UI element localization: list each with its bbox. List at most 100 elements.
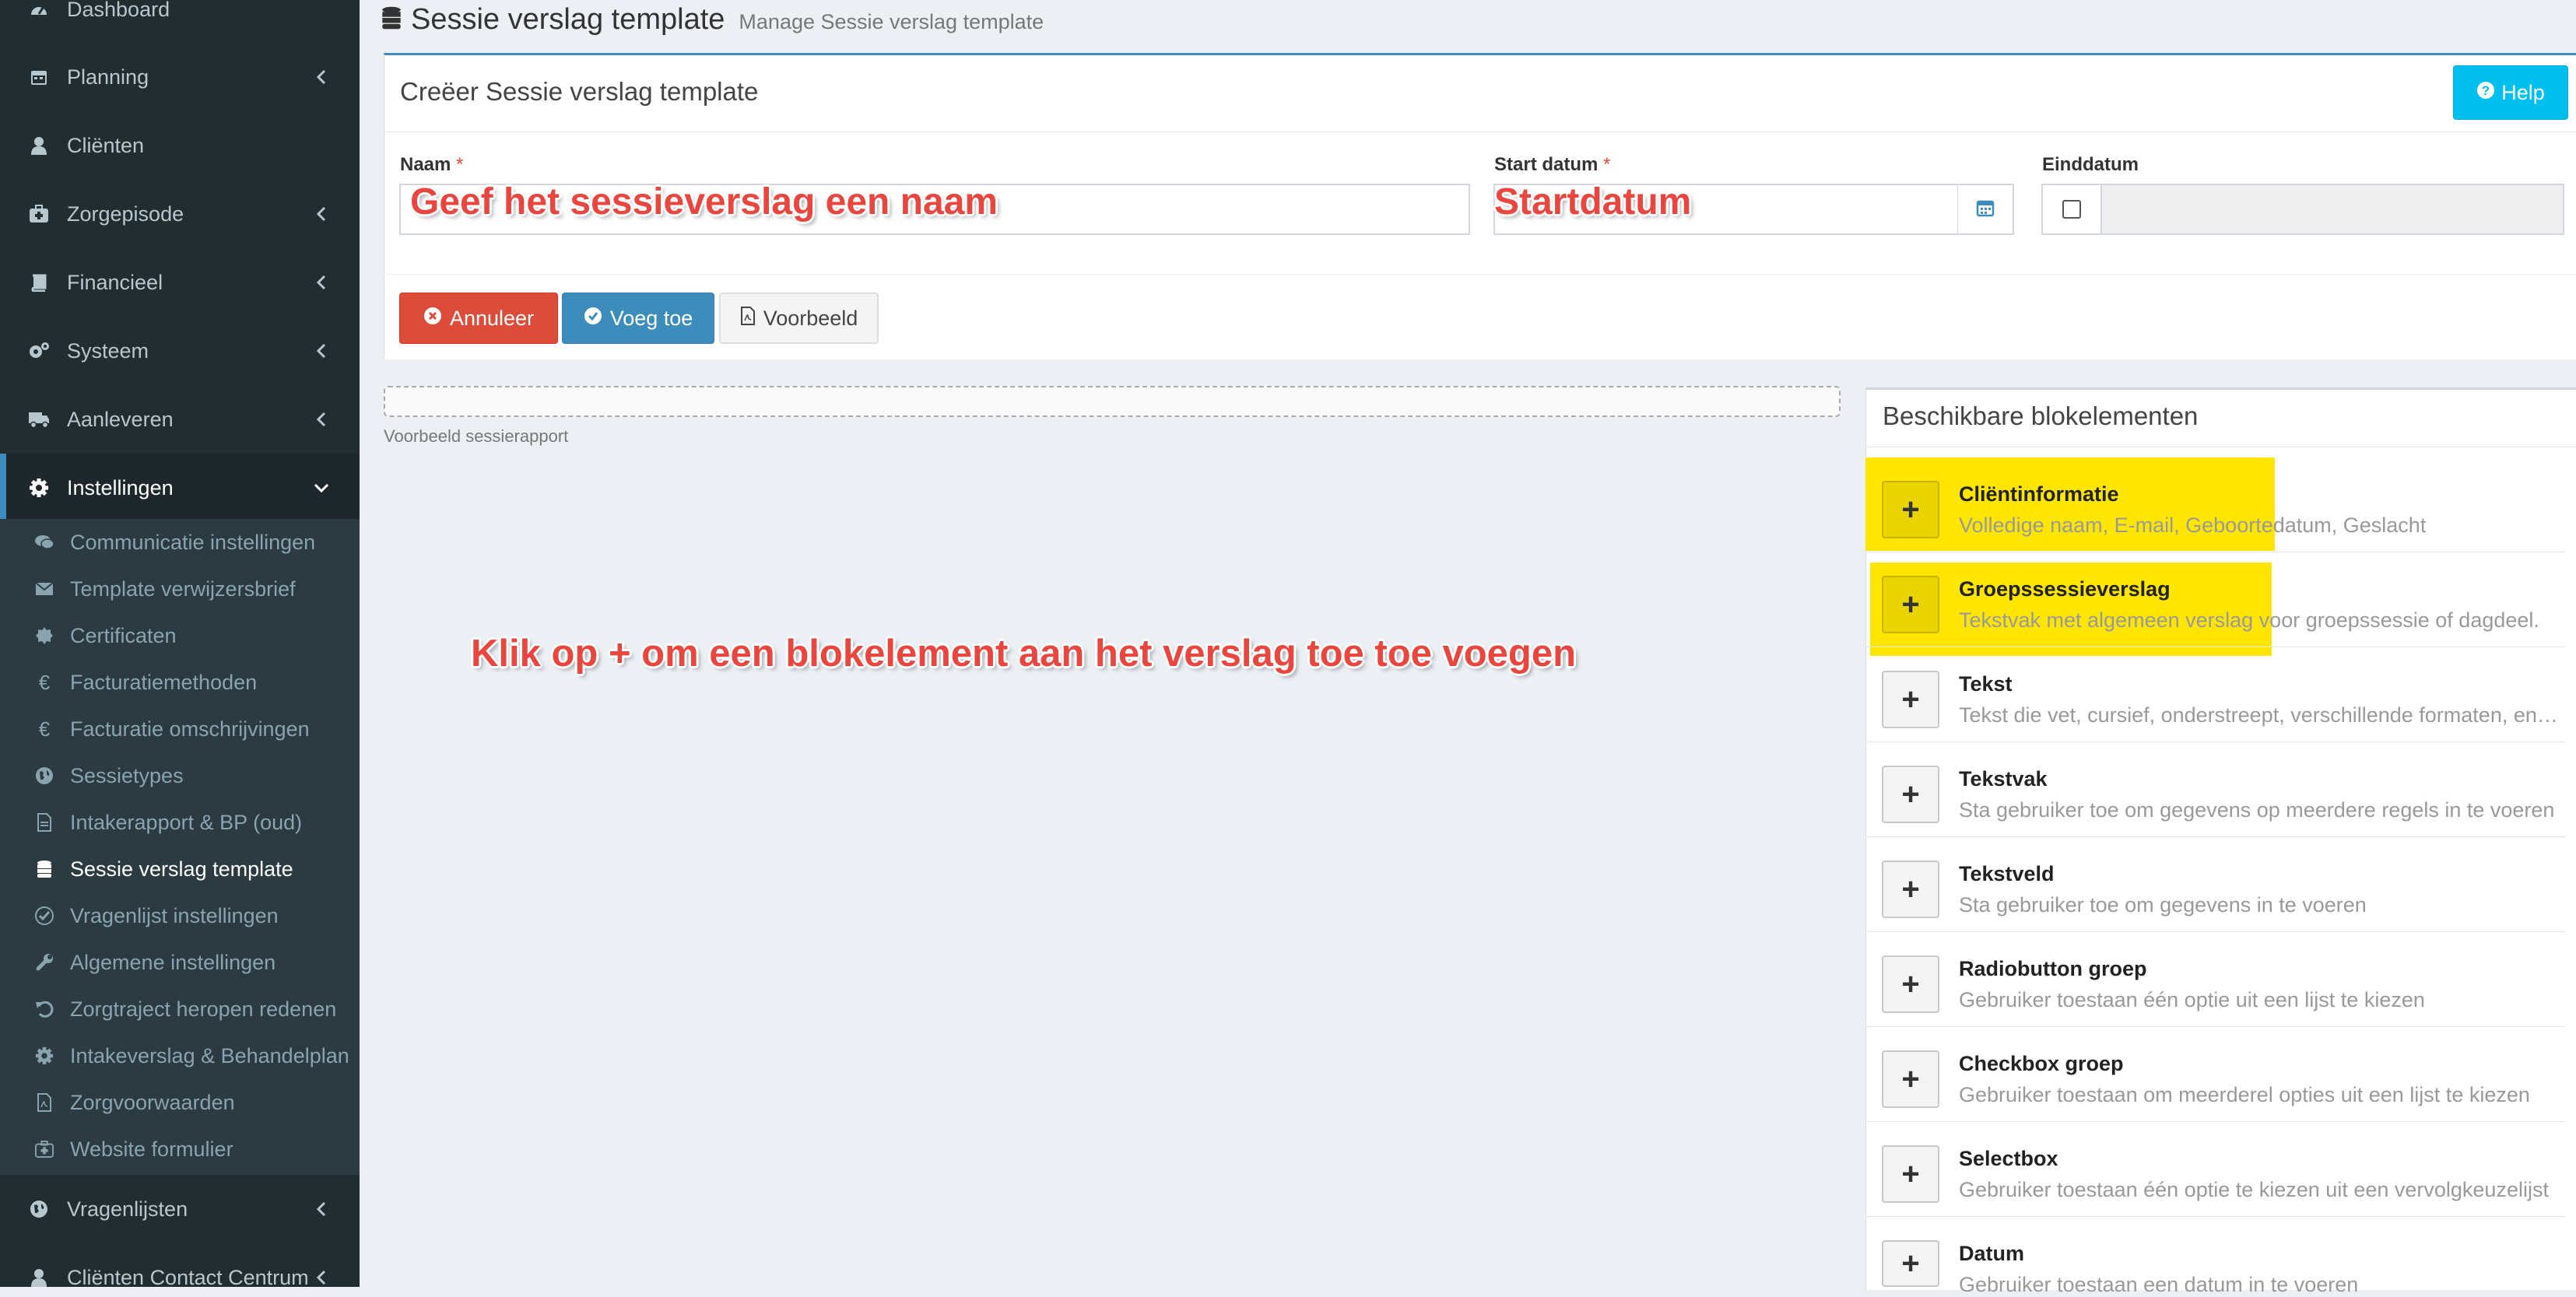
database-icon <box>381 5 402 34</box>
sidebar-item-label: Zorgepisode <box>67 202 184 226</box>
sidebar-item-systeem[interactable]: Systeem <box>0 317 360 385</box>
box-title: Creëer Sessie verslag template <box>400 77 759 106</box>
submenu-item-label: Certificaten <box>70 623 177 647</box>
submenu-item-vragenlijst-instellingen[interactable]: Vragenlijst instellingen <box>0 892 360 939</box>
sidebar-item-planning[interactable]: Planning <box>0 43 360 111</box>
gear-icon <box>28 477 50 499</box>
preview-caption: Voorbeeld sessierapport <box>384 426 569 446</box>
euro-icon: € <box>38 717 51 741</box>
box-header-divider <box>384 131 2576 132</box>
chevron-left-icon <box>313 342 330 359</box>
svg-text:?: ? <box>2482 83 2490 98</box>
submenu-item-algemene-instellingen[interactable]: Algemene instellingen <box>0 939 360 986</box>
block-name: Groepssessieverslag <box>1959 577 2171 601</box>
report-preview-dropzone[interactable] <box>384 386 1841 417</box>
medkit-icon <box>28 203 50 225</box>
sidebar-item-vragenlijsten[interactable]: Vragenlijsten <box>0 1175 360 1243</box>
submenu-item-template-verwijzersbrief[interactable]: Template verwijzersbrief <box>0 566 360 612</box>
einddatum-checkbox[interactable] <box>2041 184 2102 235</box>
block-description: Tekstvak met algemeen verslag voor groep… <box>1959 608 2539 632</box>
sidebar-item-clienten[interactable]: Cliënten <box>0 111 360 180</box>
blocks-panel-title: Beschikbare blokelementen <box>1883 401 2199 430</box>
block-name: Selectbox <box>1959 1147 2058 1170</box>
submenu-item-label: Sessie verslag template <box>70 857 293 881</box>
block-name: Cliëntinformatie <box>1959 482 2119 506</box>
undo-icon <box>34 999 54 1019</box>
sidebar-item-label: Systeem <box>67 338 149 363</box>
cancel-button[interactable]: Annuleer <box>399 293 558 344</box>
add-block-button[interactable]: + <box>1882 766 1939 823</box>
sidebar-item-instellingen[interactable]: Instellingen <box>0 454 360 522</box>
file-pdf-icon <box>740 306 756 331</box>
sidebar-item-label: Vragenlijsten <box>67 1197 188 1221</box>
submenu-item-label: Template verwijzersbrief <box>70 577 296 601</box>
submenu-item-label: Communicatie instellingen <box>70 530 316 554</box>
add-block-button[interactable]: + <box>1882 1240 1939 1287</box>
add-button[interactable]: Voeg toe <box>562 293 714 344</box>
check-circle-icon <box>34 906 54 926</box>
start-datum-annotation: Startdatum <box>1494 181 1692 223</box>
submenu-item-intakerapport[interactable]: Intakerapport & BP (oud) <box>0 799 360 846</box>
add-block-button[interactable]: + <box>1882 481 1939 538</box>
user-icon <box>28 135 50 156</box>
sidebar: Dashboard Planning Cliënten Zorgepisode … <box>0 0 360 1287</box>
block-description: Gebruiker toestaan een datum in te voere… <box>1959 1273 2359 1296</box>
globe-icon <box>28 1198 50 1220</box>
sidebar-item-label: Aanleveren <box>67 407 174 431</box>
sidebar-item-financieel[interactable]: Financieel <box>0 248 360 317</box>
help-button[interactable]: ? Help <box>2453 65 2568 120</box>
database-icon <box>34 859 54 879</box>
submenu-item-zorgvoorwaarden[interactable]: Zorgvoorwaarden <box>0 1079 360 1126</box>
sidebar-item-label: Financieel <box>67 270 163 294</box>
submenu-item-label: Algemene instellingen <box>70 950 276 974</box>
block-name: Radiobutton groep <box>1959 957 2147 980</box>
preview-label: Voorbeeld <box>763 306 858 330</box>
add-block-button[interactable]: + <box>1882 1145 1939 1203</box>
form-footer-divider <box>384 274 2576 275</box>
submenu-item-communicatie[interactable]: Communicatie instellingen <box>0 519 360 566</box>
add-block-button[interactable]: + <box>1882 1050 1939 1108</box>
einddatum-input <box>2102 184 2564 235</box>
add-label: Voeg toe <box>609 306 693 330</box>
block-name: Tekstveld <box>1959 862 2055 885</box>
block-name: Tekst <box>1959 672 2013 696</box>
add-block-button[interactable]: + <box>1882 861 1939 918</box>
sidebar-item-aanleveren[interactable]: Aanleveren <box>0 385 360 454</box>
submenu-item-certificaten[interactable]: Certificaten <box>0 612 360 659</box>
submenu-item-sessietypes[interactable]: Sessietypes <box>0 752 360 799</box>
block-description: Sta gebruiker toe om gegevens op meerder… <box>1959 798 2555 822</box>
add-block-button[interactable]: + <box>1882 576 1939 633</box>
user-icon <box>28 1267 50 1287</box>
einddatum-label: Einddatum <box>2042 154 2139 175</box>
sidebar-item-label: Cliënten Contact Centrum <box>67 1265 309 1288</box>
sidebar-item-dashboard[interactable]: Dashboard <box>0 0 360 44</box>
sidebar-item-label: Dashboard <box>67 0 170 21</box>
naam-annotation: Geef het sessieverslag een naam <box>410 181 998 223</box>
file-pdf-icon <box>34 1092 54 1113</box>
block-description: Tekst die vet, cursief, onderstreept, ve… <box>1959 703 2566 727</box>
submenu-item-sessie-verslag-template[interactable]: Sessie verslag template <box>0 846 360 892</box>
submenu-item-zorgtraject-heropen[interactable]: Zorgtraject heropen redenen <box>0 986 360 1032</box>
submenu-item-intakeverslag[interactable]: Intakeverslag & Behandelplan <box>0 1032 360 1079</box>
sidebar-item-label: Instellingen <box>67 475 174 500</box>
add-block-button[interactable]: + <box>1882 955 1939 1013</box>
submenu-item-website-formulier[interactable]: Website formulier <box>0 1126 360 1173</box>
wrench-icon <box>34 952 54 973</box>
block-description: Sta gebruiker toe om gegevens in te voer… <box>1959 893 2367 917</box>
required-mark: * <box>456 154 464 175</box>
sidebar-item-clienten-contact-centrum[interactable]: Cliënten Contact Centrum <box>0 1243 360 1287</box>
sidebar-item-zorgepisode[interactable]: Zorgepisode <box>0 180 360 248</box>
chevron-left-icon <box>313 205 330 223</box>
chevron-left-icon <box>313 68 330 86</box>
block-name: Checkbox groep <box>1959 1052 2124 1075</box>
chevron-left-icon <box>313 411 330 428</box>
book-icon <box>28 272 50 293</box>
start-datum-label: Start datum * <box>1494 154 1611 175</box>
cancel-label: Annuleer <box>449 306 535 330</box>
calendar-button[interactable] <box>1958 184 2014 235</box>
submenu-item-facturatiemethoden[interactable]: € Facturatiemethoden <box>0 659 360 706</box>
submenu-item-facturatie-omschrijvingen[interactable]: € Facturatie omschrijvingen <box>0 706 360 752</box>
preview-button[interactable]: Voorbeeld <box>719 293 879 344</box>
chevron-left-icon <box>313 1201 330 1218</box>
add-block-button[interactable]: + <box>1882 671 1939 728</box>
